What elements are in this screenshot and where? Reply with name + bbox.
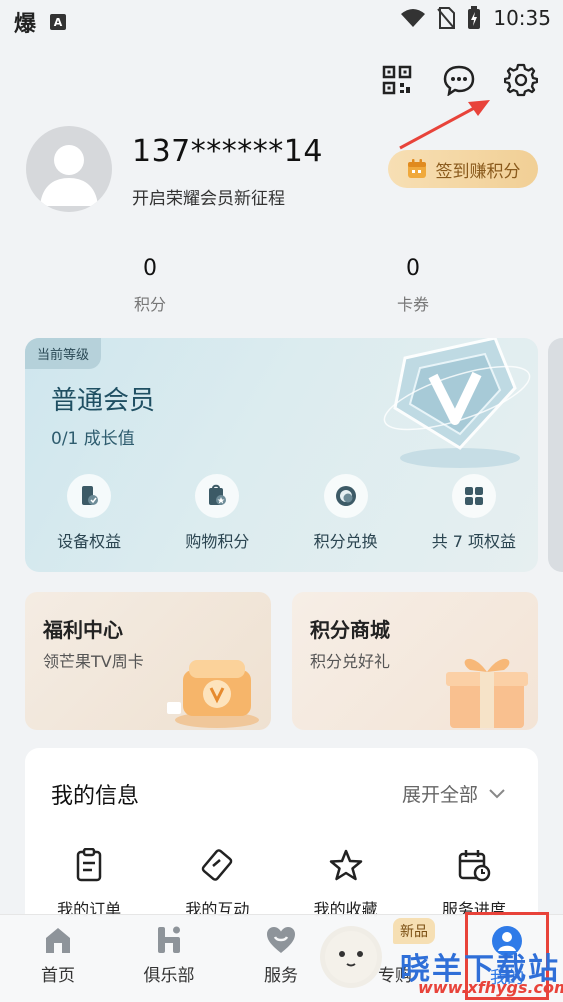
device-benefit-icon xyxy=(82,486,99,505)
sheep-mascot-icon xyxy=(325,931,377,983)
my-orders-item[interactable]: 我的订单 xyxy=(25,848,153,920)
benefit-label: 共 7 项权益 xyxy=(431,532,517,551)
growth-value: 0/1 成长值 xyxy=(51,429,135,449)
coupons-value: 0 xyxy=(406,256,420,281)
promo-title: 福利中心 xyxy=(43,618,123,642)
messages-button[interactable] xyxy=(441,62,477,98)
no-sim-icon xyxy=(437,7,456,29)
nav-label: 首页 xyxy=(41,966,75,986)
interaction-icon xyxy=(202,849,233,881)
qr-code-button[interactable] xyxy=(379,62,415,98)
top-actions xyxy=(379,62,539,98)
default-avatar-icon xyxy=(40,145,98,206)
benefit-item-device[interactable]: 设备权益 xyxy=(25,474,153,552)
benefit-label: 设备权益 xyxy=(57,532,122,551)
order-icon xyxy=(76,848,102,882)
benefit-item-exchange[interactable]: 积分兑换 xyxy=(282,474,410,552)
benefit-list: 设备权益 购物积分 积分兑换 共 7 项权益 xyxy=(25,474,538,552)
calendar-icon xyxy=(407,159,426,178)
pointer-arrow-icon xyxy=(399,100,490,150)
welfare-center-card[interactable]: 福利中心 领芒果TV周卡 xyxy=(25,592,271,730)
service-progress-icon xyxy=(458,850,491,882)
promo-subtitle: 领芒果TV周卡 xyxy=(43,652,144,671)
benefit-item-shopping[interactable]: 购物积分 xyxy=(153,474,281,552)
points-value: 0 xyxy=(143,256,157,281)
heart-icon xyxy=(267,927,295,953)
points-exchange-icon xyxy=(335,486,356,506)
coupons-stat[interactable]: 0 卡券 xyxy=(353,256,473,315)
watermark-url: www.xfhygs.com xyxy=(418,978,563,997)
all-benefits-grid-icon xyxy=(464,487,483,505)
points-label: 积分 xyxy=(133,295,166,314)
nav-item-club[interactable]: 俱乐部 xyxy=(124,925,214,986)
points-stat[interactable]: 0 积分 xyxy=(90,256,210,315)
profile-subtitle: 开启荣耀会员新征程 xyxy=(132,189,285,209)
home-icon xyxy=(46,928,70,953)
benefit-label: 购物积分 xyxy=(185,532,250,551)
benefit-label: 积分兑换 xyxy=(313,532,378,551)
settings-button[interactable] xyxy=(503,62,539,98)
nav-item-service[interactable]: 服务 xyxy=(236,925,326,986)
club-icon xyxy=(158,926,180,953)
star-icon xyxy=(329,849,362,881)
promo-subtitle: 积分兑好礼 xyxy=(310,652,391,671)
current-level-tag: 当前等级 xyxy=(25,338,102,369)
notification-glyph: 爆 xyxy=(14,12,37,37)
nav-label: 服务 xyxy=(264,966,298,986)
my-info-items: 我的订单 我的互动 我的收藏 服务进度 xyxy=(25,848,538,920)
gear-icon xyxy=(504,63,538,97)
my-info-title: 我的信息 xyxy=(51,784,140,809)
clock: 10:35 xyxy=(493,6,551,30)
member-level-card[interactable]: 当前等级 普通会员 0/1 成长值 设备权益 购物积分 积分兑换 共 7 项权益 xyxy=(25,338,538,572)
next-card-peek[interactable] xyxy=(548,338,563,572)
chat-bubble-icon xyxy=(443,65,475,96)
battery-charging-icon xyxy=(468,6,481,29)
wifi-icon xyxy=(401,9,426,27)
benefit-item-all[interactable]: 共 7 项权益 xyxy=(410,474,538,552)
qr-code-icon xyxy=(382,65,412,95)
username: 137******14 xyxy=(132,134,323,169)
new-products-badge: 新品 xyxy=(393,918,435,944)
points-mall-card[interactable]: 积分商城 积分兑好礼 xyxy=(292,592,538,730)
service-progress-item[interactable]: 服务进度 xyxy=(410,848,538,920)
nav-item-home[interactable]: 首页 xyxy=(13,925,103,986)
avatar[interactable] xyxy=(26,126,112,212)
chevron-down-icon xyxy=(489,788,505,798)
expand-all-button[interactable]: 展开全部 xyxy=(402,780,506,807)
expand-label: 展开全部 xyxy=(401,784,478,806)
nav-label: 俱乐部 xyxy=(143,966,195,986)
gift-box-orange-icon xyxy=(167,660,259,728)
status-bar: 爆 A 10:35 xyxy=(0,0,563,40)
gift-box-icon xyxy=(446,658,528,728)
shopping-points-icon xyxy=(209,484,227,505)
my-interactions-item[interactable]: 我的互动 xyxy=(153,848,281,920)
my-favorites-item[interactable]: 我的收藏 xyxy=(282,848,410,920)
signin-label: 签到赚积分 xyxy=(435,161,521,182)
member-level-name: 普通会员 xyxy=(51,386,156,416)
app-notification-icon: A xyxy=(50,14,67,30)
signin-button[interactable]: 签到赚积分 xyxy=(388,150,538,188)
coupons-label: 卡券 xyxy=(396,295,429,314)
promo-title: 积分商城 xyxy=(310,618,390,642)
v-badge-icon xyxy=(383,338,531,468)
mascot-icon[interactable] xyxy=(320,926,382,988)
